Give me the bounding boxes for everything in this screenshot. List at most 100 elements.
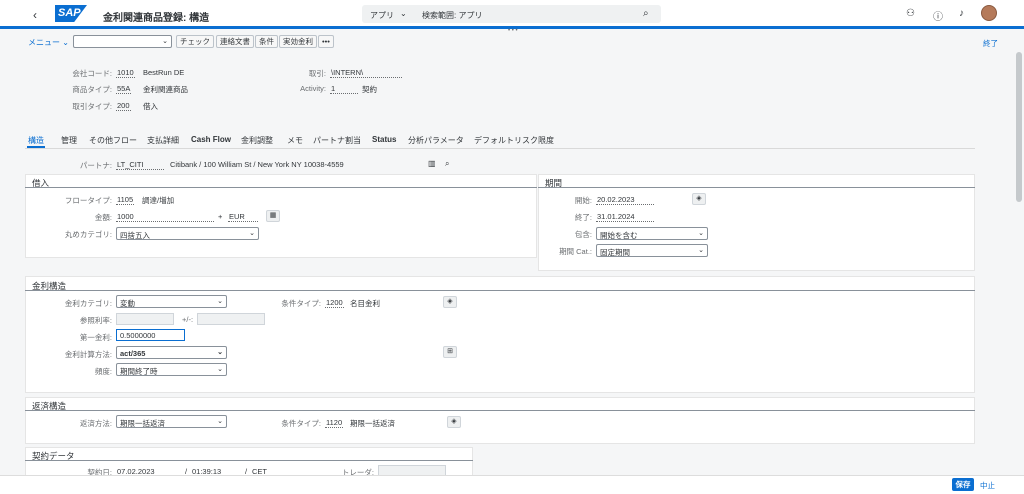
- search-placeholder[interactable]: 検索範囲: アプリ: [422, 10, 482, 21]
- chevron-down-icon[interactable]: ⌄: [217, 297, 223, 305]
- command-field[interactable]: ⌄: [73, 35, 172, 48]
- chevron-down-icon[interactable]: ⌄: [249, 229, 255, 237]
- frequency-select[interactable]: 期間終了時 ⌄: [116, 363, 227, 376]
- repayment-method-select[interactable]: 期限一括返済 ⌄: [116, 415, 227, 428]
- tab-payment-details[interactable]: 支払詳細: [147, 135, 179, 146]
- exit-link[interactable]: 終了: [983, 38, 998, 49]
- tab-memo[interactable]: メモ: [287, 135, 303, 146]
- partner-label: パートナ:: [79, 161, 112, 170]
- drag-handle-icon[interactable]: • • •: [508, 28, 518, 34]
- company-code-label: 会社コード:: [72, 69, 112, 78]
- calculator-icon[interactable]: ▦: [266, 210, 280, 222]
- chevron-down-icon[interactable]: ⌄: [400, 9, 407, 18]
- amount-sign: +: [218, 212, 223, 221]
- binoculars-icon[interactable]: ⚇: [906, 8, 915, 19]
- effective-rate-button[interactable]: 実効金利: [279, 35, 317, 48]
- panel-divider: [25, 410, 975, 411]
- calc-method-label: 金利計算方法:: [64, 350, 112, 359]
- calc-method-value: act/365: [120, 349, 146, 358]
- deal-value: \INTERN\: [330, 68, 402, 78]
- calc-detail-icon[interactable]: ⊞: [443, 346, 457, 358]
- panel-divider: [538, 187, 975, 188]
- help-icon[interactable]: ⓘ: [933, 8, 943, 23]
- search-scope[interactable]: アプリ: [370, 10, 394, 21]
- tab-analysis-parameters[interactable]: 分析パラメータ: [408, 135, 464, 146]
- first-rate-input[interactable]: 0.5000000: [116, 329, 185, 341]
- zoom-icon[interactable]: ⌕: [445, 159, 449, 169]
- start-label: 開始:: [574, 196, 592, 205]
- tab-other-flows[interactable]: その他フロー: [89, 135, 137, 146]
- amount-field[interactable]: 1000: [116, 212, 214, 222]
- flow-type-label: フロータイプ:: [64, 196, 112, 205]
- tab-divider: [25, 148, 975, 149]
- back-button[interactable]: ‹: [33, 8, 37, 22]
- end-date[interactable]: 31.01.2024: [596, 212, 654, 222]
- tab-cash-flow[interactable]: Cash Flow: [191, 135, 231, 144]
- conditions-button[interactable]: 条件: [255, 35, 278, 48]
- spread-label: +/-:: [182, 315, 194, 324]
- tab-default-risk-limit[interactable]: デフォルトリスク限度: [474, 135, 554, 146]
- rounding-value: 四捨五入: [120, 231, 150, 240]
- chevron-down-icon[interactable]: ⌄: [162, 37, 168, 45]
- more-button[interactable]: •••: [318, 35, 334, 48]
- cancel-button[interactable]: 中止: [980, 480, 995, 491]
- tab-status[interactable]: Status: [372, 135, 396, 144]
- calc-method-select[interactable]: act/365 ⌄: [116, 346, 227, 359]
- spread-input: [197, 313, 265, 325]
- repayment-method-label: 返済方法:: [79, 419, 112, 428]
- chevron-down-icon[interactable]: ⌄: [698, 229, 704, 237]
- reference-rate-input: [116, 313, 174, 325]
- chevron-down-icon[interactable]: ⌄: [698, 246, 704, 254]
- chevron-down-icon[interactable]: ⌄: [217, 348, 223, 356]
- tab-interest-adjustment[interactable]: 金利調整: [241, 135, 273, 146]
- book-icon[interactable]: ▥: [428, 159, 436, 168]
- tab-structure[interactable]: 構造: [28, 135, 44, 146]
- repayment-method-value: 期限一括返済: [120, 419, 165, 428]
- interest-category-value: 変動: [120, 299, 135, 308]
- scrollbar[interactable]: [1016, 52, 1022, 202]
- menu-button[interactable]: メニュー ⌄: [28, 37, 69, 48]
- interest-category-select[interactable]: 変動 ⌄: [116, 295, 227, 308]
- flow-type-value[interactable]: 1105: [116, 195, 135, 205]
- period-category-select[interactable]: 固定期間 ⌄: [596, 244, 708, 257]
- search-field[interactable]: [362, 5, 661, 23]
- currency-field[interactable]: EUR: [228, 212, 258, 222]
- activity-label: Activity:: [300, 84, 326, 93]
- partner-value[interactable]: LT_CITI: [116, 160, 164, 170]
- period-category-value: 固定期間: [600, 248, 630, 257]
- chevron-down-icon[interactable]: ⌄: [217, 417, 223, 425]
- first-rate-label: 第一金利:: [79, 333, 112, 342]
- frequency-label: 頻度:: [94, 367, 112, 376]
- repayment-detail-icon[interactable]: ◈: [447, 416, 461, 428]
- start-date[interactable]: 20.02.2023: [596, 195, 654, 205]
- activity-value: 1: [330, 84, 358, 94]
- reference-rate-label: 参照利率:: [79, 316, 112, 325]
- rounding-label: 丸めカテゴリ:: [64, 230, 112, 239]
- panel-divider: [25, 460, 473, 461]
- rounding-select[interactable]: 四捨五入 ⌄: [116, 227, 259, 240]
- condition-type-name: 名目金利: [350, 299, 380, 308]
- bell-icon[interactable]: ♪: [959, 8, 964, 19]
- chevron-down-icon[interactable]: ⌄: [217, 365, 223, 373]
- check-button[interactable]: チェック: [176, 35, 214, 48]
- inclusive-select[interactable]: 開始を含む ⌄: [596, 227, 708, 240]
- transaction-type-name: 借入: [143, 102, 158, 111]
- search-icon[interactable]: ⌕: [643, 8, 649, 19]
- period-category-label: 期間 Cat.:: [559, 247, 592, 256]
- transaction-type-value: 200: [116, 101, 131, 111]
- condition-detail-icon[interactable]: ◈: [443, 296, 457, 308]
- company-code-value: 1010: [116, 68, 135, 78]
- inclusive-value: 開始を含む: [600, 231, 638, 240]
- product-type-label: 商品タイプ:: [72, 85, 112, 94]
- flow-type-name: 調達/増加: [142, 196, 175, 205]
- condition-type-value[interactable]: 1200: [325, 298, 344, 308]
- calendar-icon[interactable]: ◈: [692, 193, 706, 205]
- repayment-condition-value[interactable]: 1120: [325, 418, 344, 428]
- save-button[interactable]: 保存: [952, 478, 974, 491]
- amount-label: 金額:: [94, 213, 112, 222]
- interest-category-label: 金利カテゴリ:: [64, 299, 112, 308]
- avatar[interactable]: [981, 5, 997, 21]
- tab-partner-assignment[interactable]: パートナ割当: [313, 135, 361, 146]
- correspondence-button[interactable]: 連絡文書: [216, 35, 254, 48]
- tab-admin[interactable]: 管理: [61, 135, 77, 146]
